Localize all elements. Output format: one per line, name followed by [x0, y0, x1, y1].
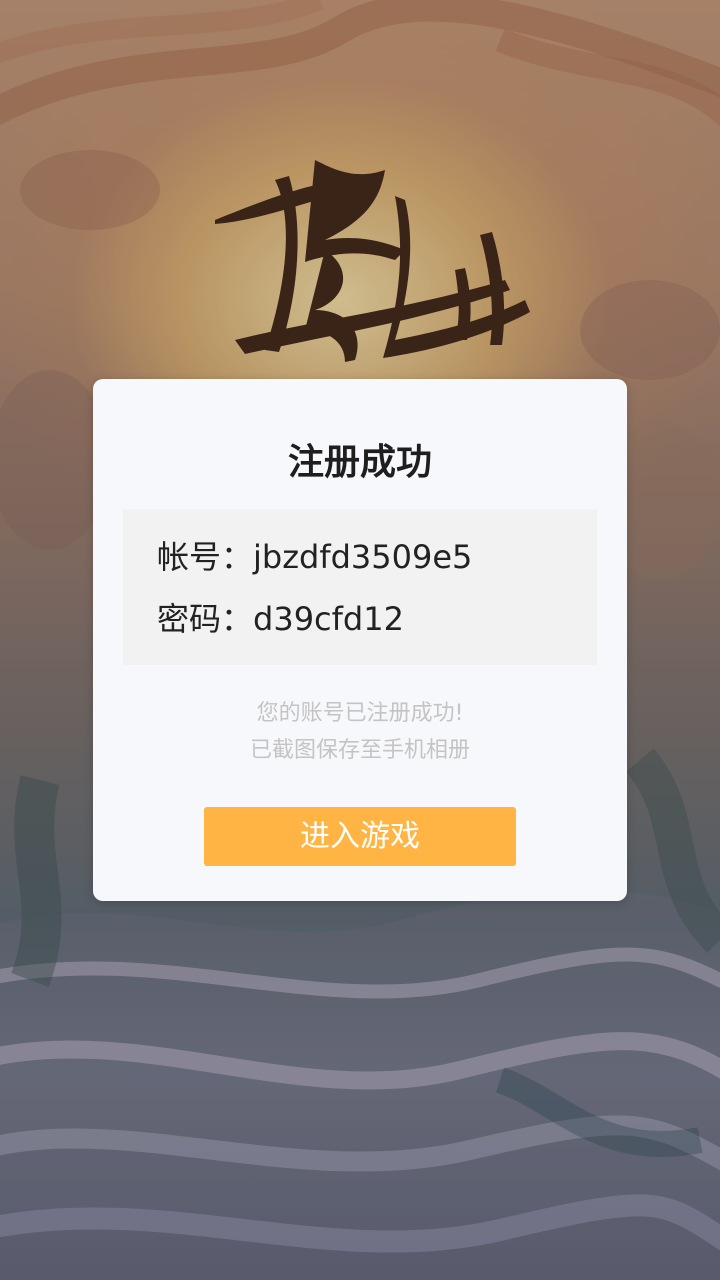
registration-success-dialog: 注册成功 帐号：jbzdfd3509e5 密码：d39cfd12 您的账号已注册… — [93, 379, 627, 901]
account-label: 帐号： — [157, 538, 254, 576]
screenshot-saved-note: 已截图保存至手机相册 — [249, 738, 470, 763]
dialog-title: 注册成功 — [287, 442, 432, 483]
enter-game-button[interactable]: 进入游戏 — [204, 807, 516, 866]
credentials-box: 帐号：jbzdfd3509e5 密码：d39cfd12 — [123, 509, 597, 665]
password-label: 密码： — [157, 600, 254, 638]
password-value: d39cfd12 — [253, 600, 404, 638]
account-row: 帐号：jbzdfd3509e5 — [157, 537, 472, 577]
success-note: 您的账号已注册成功! — [256, 701, 464, 726]
account-value: jbzdfd3509e5 — [253, 538, 473, 576]
game-logo-calligraphy — [215, 160, 530, 362]
password-row: 密码：d39cfd12 — [157, 599, 404, 639]
